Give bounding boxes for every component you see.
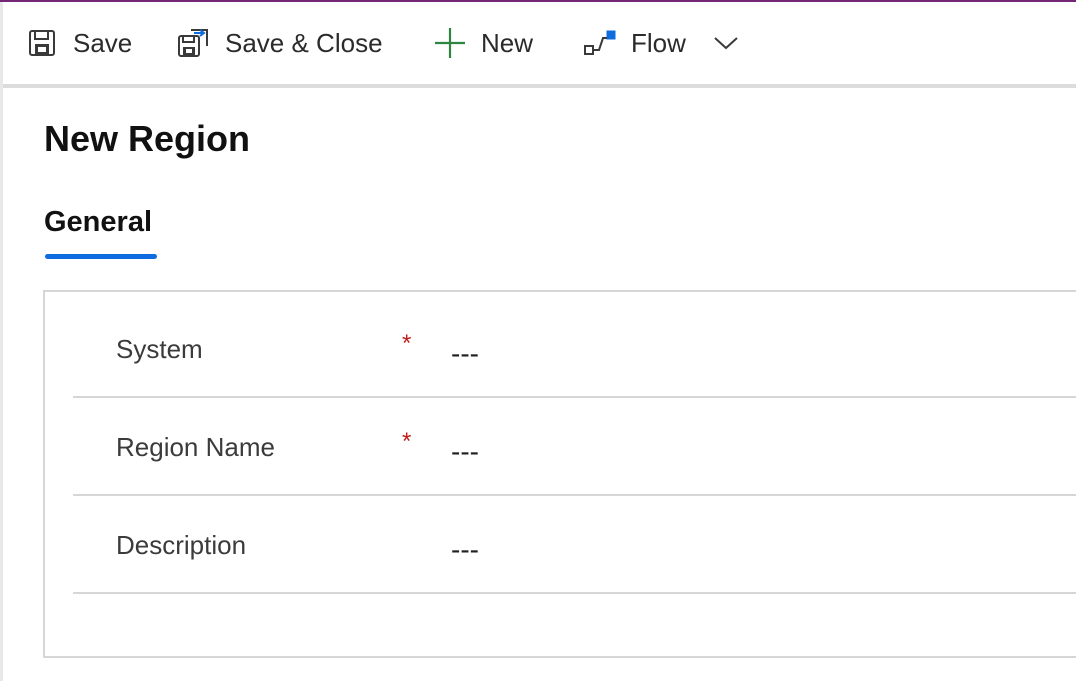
system-lookup-field[interactable]: --- [451, 334, 1051, 374]
flow-icon [583, 28, 617, 58]
tab-general-label: General [44, 206, 152, 238]
required-marker: * [402, 428, 412, 455]
description-field[interactable]: --- [451, 530, 1051, 570]
more-commands-button[interactable] [711, 2, 741, 84]
region-name-field[interactable]: --- [451, 432, 1051, 472]
left-edge [0, 2, 3, 681]
save-close-icon [177, 26, 209, 60]
field-label-description: Description [116, 530, 247, 560]
save-label: Save [73, 27, 133, 58]
new-button[interactable]: New [433, 2, 533, 84]
required-marker: * [402, 330, 412, 357]
save-icon [27, 28, 57, 58]
save-button[interactable]: Save [27, 2, 132, 84]
flow-button[interactable]: Flow [583, 2, 686, 84]
save-close-button[interactable]: Save & Close [177, 2, 383, 84]
new-label: New [481, 27, 534, 58]
flow-label: Flow [631, 27, 686, 58]
tab-selected-indicator [45, 254, 157, 259]
form-section: System * --- Region Name * --- Descripti… [43, 290, 1076, 658]
tab-general[interactable]: General [44, 200, 157, 262]
command-bar: Save Save & Close New Flow [3, 2, 1076, 88]
field-row-region-name: Region Name * --- [73, 398, 1076, 496]
field-label-region-name: Region Name [116, 432, 275, 462]
field-label-system: System [116, 334, 203, 364]
chevron-down-icon [711, 28, 741, 58]
field-row-description: Description --- [73, 496, 1076, 594]
field-row-system: System * --- [73, 300, 1076, 398]
save-close-label: Save & Close [225, 27, 383, 58]
page-title: New Region [44, 118, 251, 159]
plus-icon [433, 26, 467, 60]
